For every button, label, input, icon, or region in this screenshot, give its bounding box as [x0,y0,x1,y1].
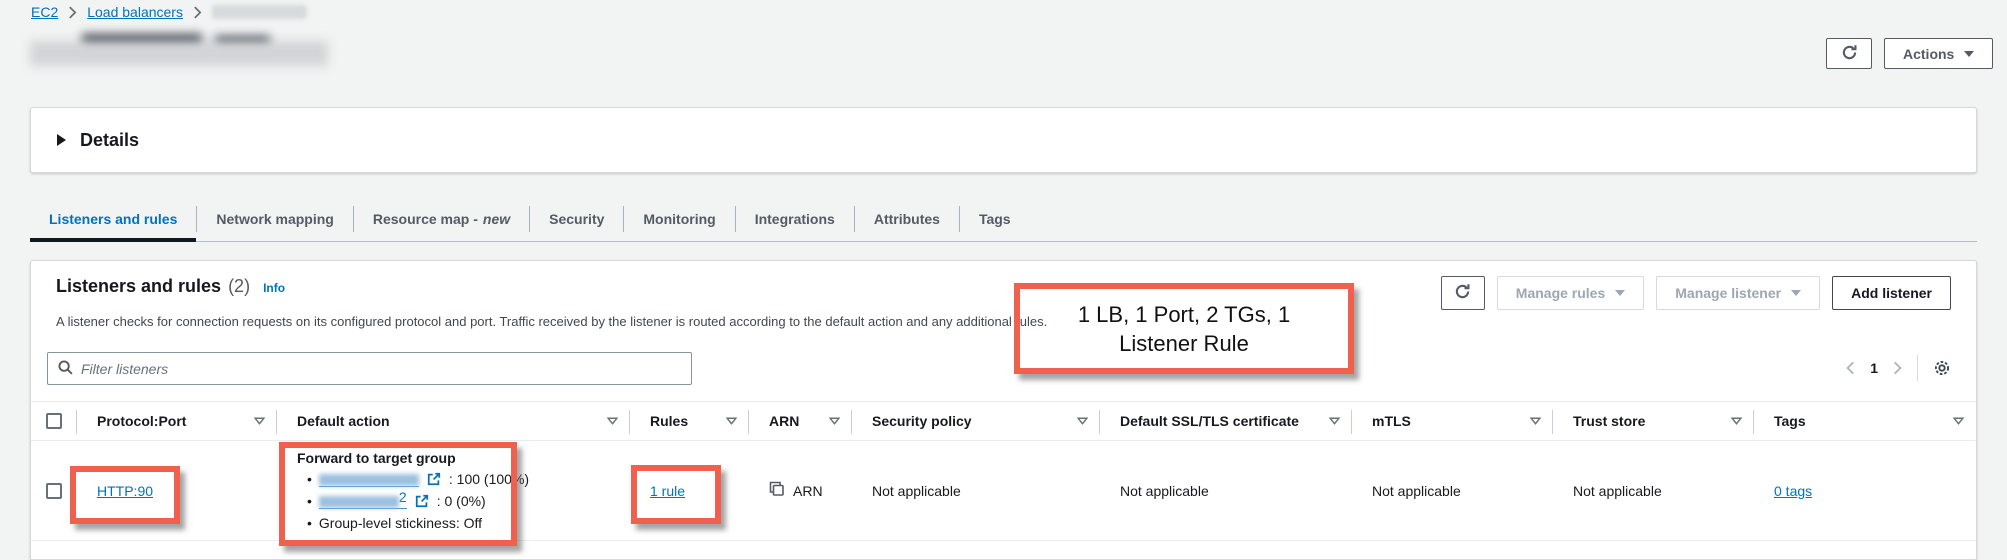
select-all-checkbox[interactable] [46,413,62,429]
page-title-redacted [30,34,328,66]
security-policy-cell: Not applicable [852,441,1100,540]
tab-listeners-and-rules[interactable]: Listeners and rules [30,197,196,241]
column-header-tags[interactable]: Tags [1754,402,1976,440]
chevron-left-icon[interactable] [1846,361,1855,375]
default-action-title: Forward to target group [297,448,630,468]
target-group-link-redacted[interactable] [319,472,419,487]
mtls-cell: Not applicable [1352,441,1553,540]
breadcrumb-current-redacted [212,5,307,19]
page-number[interactable]: 1 [1870,360,1878,376]
chevron-right-icon[interactable] [1893,361,1902,375]
select-all-checkbox-cell [31,402,77,440]
panel-title: Listeners and rules [56,276,221,297]
filter-listeners-input[interactable] [81,361,681,377]
breadcrumb-link-load-balancers[interactable]: Load balancers [87,4,183,20]
chevron-right-icon [193,6,202,19]
sort-icon[interactable] [607,417,618,425]
breadcrumb-link-ec2[interactable]: EC2 [31,4,58,20]
tab-integrations[interactable]: Integrations [736,197,854,241]
rules-link[interactable]: 1 rule [650,483,685,499]
column-header-arn[interactable]: ARN [749,402,852,440]
target-group-line: • : 100 (100%) [297,468,630,490]
tab-attributes[interactable]: Attributes [855,197,959,241]
tab-bar: Listeners and rules Network mapping Reso… [30,197,1977,242]
column-header-default-ssl-tls-certificate[interactable]: Default SSL/TLS certificate [1100,402,1352,440]
page-actions: Actions [1826,38,1993,69]
expand-triangle-icon [57,134,66,146]
tags-link[interactable]: 0 tags [1774,483,1812,499]
manage-listener-label: Manage listener [1675,285,1781,301]
stickiness-line: • Group-level stickiness: Off [297,512,630,534]
panel-refresh-button[interactable] [1441,276,1485,310]
manage-rules-button[interactable]: Manage rules [1497,276,1644,310]
target-group-weight: : 0 (0%) [437,490,486,512]
column-header-protocol-port[interactable]: Protocol:Port [77,402,277,440]
column-header-trust-store[interactable]: Trust store [1553,402,1754,440]
column-header-rules[interactable]: Rules [630,402,749,440]
stickiness-text: Group-level stickiness: Off [319,512,482,534]
trust-store-cell: Not applicable [1553,441,1754,540]
sort-icon[interactable] [1329,417,1340,425]
pagination: 1 [1846,355,1951,381]
tab-resource-map[interactable]: Resource map -new [354,197,529,241]
actions-button-label: Actions [1903,46,1954,62]
sort-icon[interactable] [1731,417,1742,425]
target-group-line: • 2 : 0 (0%) [297,490,630,512]
tab-monitoring[interactable]: Monitoring [624,197,734,241]
listener-link[interactable]: HTTP:90 [97,483,153,499]
breadcrumb: EC2 Load balancers [31,4,307,20]
default-action-cell: Forward to target group • : 100 (100%) •… [277,441,630,540]
sort-icon[interactable] [1077,417,1088,425]
table-header-row: Protocol:Port Default action Rules ARN S… [31,401,1976,441]
caret-down-icon [1615,290,1625,296]
search-icon [58,360,73,378]
panel-count: (2) [228,276,250,297]
gear-icon[interactable] [1933,359,1951,377]
details-title: Details [80,130,139,151]
info-link[interactable]: Info [263,281,285,295]
rules-cell: 1 rule [630,441,749,540]
manage-rules-label: Manage rules [1516,285,1605,301]
add-listener-button[interactable]: Add listener [1832,276,1951,310]
refresh-icon [1841,44,1858,64]
column-header-security-policy[interactable]: Security policy [852,402,1100,440]
sort-icon[interactable] [726,417,737,425]
filter-listeners-box [47,352,692,385]
protocol-port-cell: HTTP:90 [77,441,277,540]
sort-icon[interactable] [829,417,840,425]
arn-label: ARN [793,483,823,499]
panel-description: A listener checks for connection request… [56,314,1047,329]
details-expander[interactable]: Details [30,107,1977,173]
external-link-icon [427,472,441,486]
chevron-right-icon [68,6,77,19]
column-header-mtls[interactable]: mTLS [1352,402,1553,440]
tab-tags[interactable]: Tags [960,197,1030,241]
manage-listener-button[interactable]: Manage listener [1656,276,1820,310]
actions-button[interactable]: Actions [1884,38,1993,69]
add-listener-label: Add listener [1851,285,1932,301]
tags-cell: 0 tags [1754,441,1976,540]
caret-down-icon [1964,51,1974,57]
target-group-weight: : 100 (100%) [449,468,529,490]
sort-icon[interactable] [1530,417,1541,425]
sort-icon[interactable] [254,417,265,425]
tab-security[interactable]: Security [530,197,623,241]
caret-down-icon [1791,290,1801,296]
panel-toolbar: Manage rules Manage listener Add listene… [1441,276,1951,310]
default-ssl-cert-cell: Not applicable [1100,441,1352,540]
copy-icon[interactable] [769,481,785,500]
refresh-icon [1454,283,1471,303]
listeners-panel: Listeners and rules (2) Info A listener … [30,260,1977,560]
divider [1917,355,1918,381]
row-checkbox[interactable] [46,483,62,499]
table-row: HTTP:90 Forward to target group • : 100 … [31,441,1976,541]
target-group-link-redacted[interactable]: 2 [319,494,407,509]
column-header-default-action[interactable]: Default action [277,402,630,440]
refresh-button[interactable] [1826,38,1872,69]
arn-cell: ARN [749,441,852,540]
tab-network-mapping[interactable]: Network mapping [197,197,352,241]
sort-icon[interactable] [1953,417,1964,425]
row-select-cell [31,441,77,540]
external-link-icon [415,494,429,508]
